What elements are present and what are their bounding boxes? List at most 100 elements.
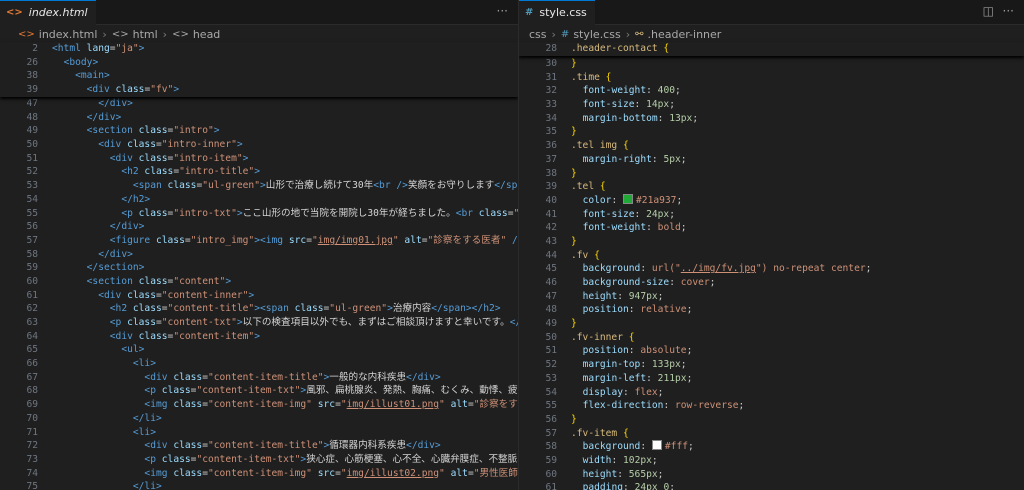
- code-line[interactable]: 69 <img class="content-item-img" src="im…: [0, 398, 518, 412]
- code-line[interactable]: 28 .header-contact {: [519, 42, 1024, 56]
- code-line[interactable]: 38}: [519, 167, 1024, 181]
- breadcrumb-item-head[interactable]: head: [193, 28, 220, 41]
- code-line[interactable]: 71 <li>: [0, 426, 518, 440]
- more-actions-icon[interactable]: ···: [1003, 4, 1014, 18]
- line-number: 26: [26, 56, 38, 68]
- breadcrumb-item-file[interactable]: style.css: [573, 28, 620, 41]
- code-line[interactable]: 33 font-size: 14px;: [519, 98, 1024, 112]
- code-line[interactable]: 47 height: 947px;: [519, 290, 1024, 304]
- code-line[interactable]: 26 <body>: [0, 56, 518, 70]
- line-number: 68: [26, 385, 38, 397]
- code-line[interactable]: 39 <div class="fv">: [0, 83, 518, 97]
- code-line[interactable]: 59 width: 102px;: [519, 454, 1024, 468]
- code-line[interactable]: 56 </div>: [0, 220, 518, 234]
- code-line[interactable]: 51 <div class="intro-item">: [0, 152, 518, 166]
- breadcrumb-item-html[interactable]: html: [133, 28, 158, 41]
- more-actions-icon[interactable]: ···: [497, 4, 508, 18]
- code-line[interactable]: 44 .fv {: [519, 249, 1024, 263]
- code-line[interactable]: 56}: [519, 413, 1024, 427]
- code-line[interactable]: 72 <div class="content-item-title">循環器内科…: [0, 439, 518, 453]
- code-line[interactable]: 48 </div>: [0, 111, 518, 125]
- code-line[interactable]: 30}: [519, 57, 1024, 71]
- code-line[interactable]: 37 margin-right: 5px;: [519, 153, 1024, 167]
- code-line[interactable]: 61 <div class="content-inner">: [0, 289, 518, 303]
- code-line[interactable]: 41 font-size: 24px;: [519, 208, 1024, 222]
- code-line[interactable]: 57 .fv-item {: [519, 427, 1024, 441]
- code-line[interactable]: 55 <p class="intro-txt">ここ山形の地で当院を開院し30年…: [0, 207, 518, 221]
- line-number: 75: [26, 481, 38, 490]
- code-line[interactable]: 32 font-weight: 400;: [519, 84, 1024, 98]
- code-text: </div>: [86, 111, 122, 123]
- code-text: position: relative;: [582, 304, 693, 316]
- code-text: flex-direction: row-reverse;: [582, 400, 745, 412]
- code-line[interactable]: 75 </li>: [0, 480, 518, 490]
- code-editor[interactable]: 30} 31 .time {32 font-weight: 400; 33 font-…: [519, 57, 1024, 490]
- line-number: 73: [26, 453, 38, 465]
- code-text: <section class="intro">: [86, 125, 220, 137]
- line-number: 58: [545, 441, 557, 453]
- code-line[interactable]: 54 display: flex;: [519, 386, 1024, 400]
- code-line[interactable]: 38 <main>: [0, 69, 518, 83]
- code-line[interactable]: 47 </div>: [0, 97, 518, 111]
- code-line[interactable]: 58 </div>: [0, 248, 518, 262]
- chevron-right-icon: ›: [162, 27, 168, 41]
- code-line[interactable]: 50 .fv-inner {: [519, 331, 1024, 345]
- code-line[interactable]: 54 </h2>: [0, 193, 518, 207]
- line-number: 2: [32, 43, 38, 54]
- code-line[interactable]: 34 margin-bottom: 13px;: [519, 112, 1024, 126]
- line-number: 59: [26, 262, 38, 274]
- code-line[interactable]: 53 margin-left: 211px;: [519, 372, 1024, 386]
- code-line[interactable]: 60 <section class="content">: [0, 275, 518, 289]
- breadcrumb-item-file[interactable]: index.html: [39, 28, 98, 41]
- code-line[interactable]: 59 </section>: [0, 261, 518, 275]
- code-line[interactable]: 35}: [519, 125, 1024, 139]
- code-line[interactable]: 57 <figure class="intro_img"><img src="i…: [0, 234, 518, 248]
- code-line[interactable]: 62 <h2 class="content-title"><span class…: [0, 302, 518, 316]
- code-line[interactable]: 2 <html lang="ja">: [0, 42, 518, 56]
- code-line[interactable]: 73 <p class="content-item-txt">狭心症、心筋梗塞、…: [0, 453, 518, 467]
- code-line[interactable]: 60 height: 565px;: [519, 468, 1024, 482]
- breadcrumb: css › # style.css › ⚯ .header-inner: [519, 25, 1024, 43]
- code-line[interactable]: 50 <div class="intro-inner">: [0, 138, 518, 152]
- breadcrumb-item-selector[interactable]: .header-inner: [648, 28, 722, 41]
- code-line[interactable]: 63 <p class="content-txt">以下の検査項目以外でも、まず…: [0, 316, 518, 330]
- code-editor[interactable]: 47 </div> 48 </div> 49 <section class="int…: [0, 97, 518, 490]
- code-line[interactable]: 58 background: #fff;: [519, 440, 1024, 454]
- code-line[interactable]: 65 <ul>: [0, 343, 518, 357]
- code-line[interactable]: 52 <h2 class="intro-title">: [0, 165, 518, 179]
- code-line[interactable]: 40 color: #21a937;: [519, 193, 1024, 208]
- code-line[interactable]: 49}: [519, 317, 1024, 331]
- code-line[interactable]: 66 <li>: [0, 357, 518, 371]
- sticky-scroll-header[interactable]: 28 .header-contact {: [519, 42, 1024, 56]
- code-line[interactable]: 43}: [519, 235, 1024, 249]
- code-line[interactable]: 42 font-weight: bold;: [519, 221, 1024, 235]
- code-text: <img class="content-item-img" src="img/i…: [144, 467, 519, 479]
- code-line[interactable]: 68 <p class="content-item-txt">風邪、扁桃腺炎、発…: [0, 384, 518, 398]
- code-line[interactable]: 74 <img class="content-item-img" src="im…: [0, 467, 518, 481]
- code-line[interactable]: 36 .tel img {: [519, 139, 1024, 153]
- code-text: margin-left: 211px;: [582, 372, 693, 384]
- code-line[interactable]: 52 margin-top: 133px;: [519, 358, 1024, 372]
- tab-style-css[interactable]: # style.css: [519, 0, 595, 25]
- sticky-scroll-header[interactable]: 2 <html lang="ja"> 26 <body> 38 <main> 39 <d…: [0, 42, 518, 97]
- code-line[interactable]: 67 <div class="content-item-title">一般的な内…: [0, 371, 518, 385]
- code-line[interactable]: 49 <section class="intro">: [0, 124, 518, 138]
- editor-pane-css[interactable]: # style.css ◫ ··· css › # style.css › ⚯ …: [519, 0, 1024, 490]
- code-line[interactable]: 48 position: relative;: [519, 303, 1024, 317]
- split-editor-icon[interactable]: ◫: [983, 4, 994, 18]
- tab-index-html[interactable]: <> index.html: [0, 0, 96, 25]
- breadcrumb-item-folder[interactable]: css: [529, 28, 547, 41]
- code-line[interactable]: 53 <span class="ul-green">山形で治療し続けて30年<b…: [0, 179, 518, 193]
- tab-label: style.css: [539, 6, 587, 19]
- code-line[interactable]: 61 padding: 24px 0;: [519, 481, 1024, 490]
- code-line[interactable]: 55 flex-direction: row-reverse;: [519, 399, 1024, 413]
- code-line[interactable]: 46 background-size: cover;: [519, 276, 1024, 290]
- code-line[interactable]: 39 .tel {: [519, 180, 1024, 194]
- code-line[interactable]: 31 .time {: [519, 71, 1024, 85]
- code-text: <main>: [75, 70, 110, 82]
- code-line[interactable]: 64 <div class="content-item">: [0, 330, 518, 344]
- editor-pane-html[interactable]: <> index.html ··· <> index.html › <> htm…: [0, 0, 519, 490]
- code-line[interactable]: 45 background: url("../img/fv.jpg") no-r…: [519, 262, 1024, 276]
- code-line[interactable]: 70 </li>: [0, 412, 518, 426]
- code-line[interactable]: 51 position: absolute;: [519, 344, 1024, 358]
